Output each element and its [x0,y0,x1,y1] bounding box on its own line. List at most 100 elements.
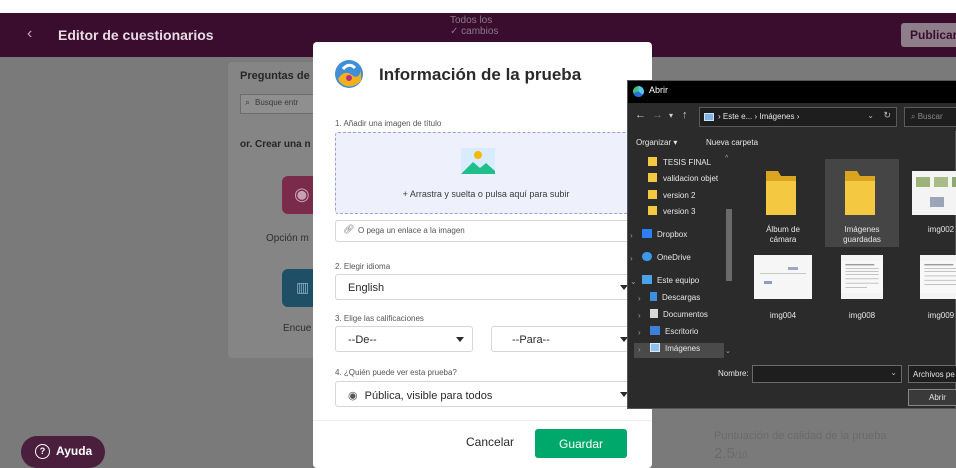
dialog-title: Abrir [649,85,669,95]
folder-icon [648,157,657,166]
pc-icon [704,113,714,121]
file-item-img002[interactable]: img002 [904,159,956,247]
image-dropzone[interactable]: + Arrastra y suelta o pulsa aquí para su… [335,132,635,214]
folder-icon [648,173,657,182]
save-status: Todos los ✓ cambios [450,15,510,37]
file-name-line1: Imágenes [844,225,880,234]
tree-item-label: TESIS FINAL [663,158,712,167]
scroll-down-icon[interactable]: ⌄ [725,347,731,355]
search-icon: ⌕ [245,97,251,107]
tree-item-escritorio[interactable]: › Escritorio [636,326,724,341]
language-select[interactable]: English [335,274,637,300]
quality-score-label: Puntuación de calidad de la prueba [714,430,887,442]
organize-button[interactable]: Organizar ▾ [636,138,677,147]
chevron-down-icon[interactable]: ⌄ [890,368,897,377]
file-item-img008[interactable]: img008 [825,251,899,339]
file-item-img009[interactable]: img009 [904,251,956,339]
back-arrow-icon[interactable]: ← [635,109,646,121]
file-item-imagenes-guardadas[interactable]: Imágenes guardadas [825,159,899,247]
document-icon [650,309,658,318]
back-button[interactable]: ‹ [27,25,32,43]
address-bar[interactable]: › Este e... › Imágenes › ⌄ ↻ [699,107,897,127]
tree-item-dropbox[interactable]: › Dropbox [628,229,724,244]
forward-arrow-icon[interactable]: → [652,109,663,121]
image-placeholder-icon [461,148,495,174]
grade-to-select[interactable]: --Para-- [491,326,637,352]
dropbox-icon [642,229,652,238]
tree-scrollbar-thumb[interactable] [726,209,732,281]
help-label: Ayuda [56,444,93,458]
visibility-select[interactable]: ◉ Pública, visible para todos [335,381,637,407]
chevron-down-icon[interactable]: ⌄ [867,111,874,120]
file-name-line2: guardadas [843,235,881,244]
visibility-value: Pública, visible para todos [364,390,493,402]
top-strip [0,0,956,13]
file-item-img004[interactable]: img004 [746,251,820,339]
image-link-placeholder: O pega un enlace a la imagen [358,226,465,235]
onedrive-icon [642,252,652,261]
tree-item-documentos[interactable]: › Documentos [636,309,724,324]
modal-title: Información de la prueba [379,65,582,84]
folder-icon [648,190,657,199]
language-value: English [348,282,385,294]
chevron-right-icon[interactable]: › [638,311,641,320]
step3-label: 3. Elige las calificaciones [335,314,424,323]
file-name-label: Nombre: [718,369,749,378]
chevron-right-icon[interactable]: › [630,254,633,263]
quality-score-value: 2.5 [714,445,735,462]
step4-label: 4. ¿Quién puede ver esta prueba? [335,368,457,377]
grade-from-select[interactable]: --De-- [335,326,473,352]
tree-item-label: version 3 [663,207,696,216]
new-folder-button[interactable]: Nueva carpeta [706,138,758,147]
recent-locations-icon[interactable]: ▾ [669,111,673,120]
question-search-placeholder: Busque entr [255,98,299,107]
cancel-button[interactable]: Cancelar [466,435,516,449]
chevron-down-icon[interactable]: ⌄ [630,277,637,286]
image-thumbnail-icon [920,255,956,299]
up-arrow-icon[interactable]: ↑ [682,109,688,121]
file-name-input[interactable]: ⌄ [752,365,902,383]
step1-label: 1. Añadir una imagen de título [335,119,442,128]
quality-score-max: /10 [734,450,748,460]
caret-down-icon [456,337,464,342]
file-type-select[interactable]: Archivos pe [908,365,956,383]
open-file-dialog: Abrir ← → ▾ ↑ › Este e... › Imágenes › ⌄… [627,80,956,409]
tree-item-label: Este equipo [657,276,700,285]
tree-item-este-equipo[interactable]: ⌄ Este equipo [628,275,724,290]
chevron-right-icon[interactable]: › [630,231,633,240]
tree-item-onedrive[interactable]: › OneDrive [628,252,724,267]
app-title: Editor de cuestionarios [58,27,214,43]
tree-item-version-2[interactable]: version 2 [648,190,695,205]
dialog-search-input[interactable]: ⌕ Buscar [904,107,956,127]
quiz-info-modal: Información de la prueba 1. Añadir una i… [313,42,652,468]
file-name-line1: Álbum de [766,225,800,234]
file-type-value: Archivos pe [913,370,955,379]
dialog-titlebar[interactable]: Abrir [628,81,956,103]
chevron-right-icon[interactable]: › [638,294,641,303]
image-link-input[interactable]: 🔗︎ O pega un enlace a la imagen [335,220,637,242]
publish-button[interactable]: Publicar [901,23,956,47]
modal-divider [313,420,652,421]
open-button[interactable]: Abrir [908,389,956,406]
tree-item-tesis-final[interactable]: TESIS FINAL [648,157,711,172]
poll-label: Encue [283,323,312,334]
tree-item-label: OneDrive [657,253,691,262]
quiz-logo-icon [335,60,363,88]
chevron-right-icon[interactable]: › [638,345,641,354]
tree-item-descargas[interactable]: › Descargas [636,292,724,307]
file-item-album[interactable]: Álbum de cámara [746,159,820,247]
help-button[interactable]: ? Ayuda [21,436,105,468]
tree-item-label: Escritorio [665,327,699,336]
question-icon: ? [35,444,50,460]
chevron-right-icon[interactable]: › [638,328,641,337]
save-button[interactable]: Guardar [535,429,627,458]
tree-item-validacion[interactable]: validacion objet [648,173,718,188]
scroll-up-icon[interactable]: ^ [725,155,728,162]
refresh-icon[interactable]: ↻ [883,110,891,121]
tree-item-version-3[interactable]: version 3 [648,206,695,221]
eye-icon: ◉ [348,390,358,402]
tree-item-label: Documentos [663,310,708,319]
file-name-line1: img009 [927,311,955,320]
folder-icon [648,206,657,215]
question-search-input[interactable]: ⌕ Busque entr [240,94,318,114]
